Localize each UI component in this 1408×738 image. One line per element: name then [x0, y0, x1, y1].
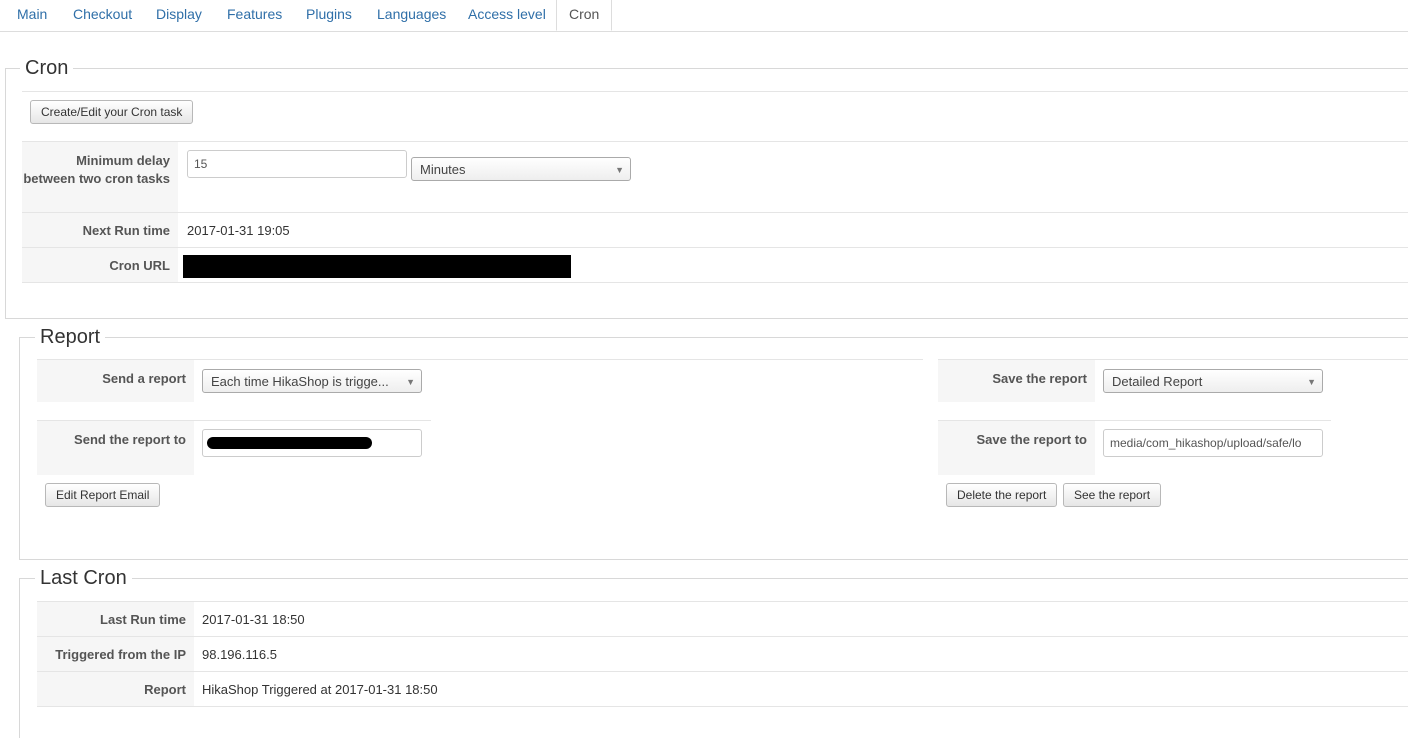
last-run-label: Last Run time	[37, 602, 194, 637]
tab-main[interactable]: Main	[17, 6, 47, 22]
tab-access-level[interactable]: Access level	[468, 6, 546, 22]
tab-cron[interactable]: Cron	[556, 0, 613, 31]
save-report-to-input[interactable]: media/com_hikashop/upload/safe/lo	[1103, 429, 1323, 457]
tab-bar-divider	[0, 31, 1408, 32]
tab-bar: Main Checkout Display Features Plugins L…	[0, 0, 1408, 32]
triggered-ip-row: Triggered from the IP 98.196.116.5	[37, 636, 1408, 672]
last-run-row: Last Run time 2017-01-31 18:50	[37, 601, 1408, 637]
min-delay-unit-value: Minutes	[420, 162, 466, 177]
edit-report-email-button[interactable]: Edit Report Email	[45, 483, 161, 507]
cron-url-redacted	[183, 255, 571, 278]
cron-legend: Cron	[20, 56, 74, 80]
chevron-down-icon: ▼	[615, 165, 624, 175]
save-report-select[interactable]: Detailed Report ▼	[1103, 369, 1323, 393]
see-report-button[interactable]: See the report	[1063, 483, 1162, 507]
delete-report-button[interactable]: Delete the report	[946, 483, 1058, 507]
send-report-select[interactable]: Each time HikaShop is trigge... ▼	[202, 369, 422, 393]
tab-display[interactable]: Display	[156, 6, 202, 22]
send-report-label: Send a report	[37, 360, 194, 402]
next-run-value: 2017-01-31 19:05	[187, 223, 290, 238]
min-delay-unit-select[interactable]: Minutes ▼	[411, 157, 631, 181]
report-legend: Report	[35, 325, 106, 349]
chevron-down-icon: ▼	[1307, 377, 1316, 387]
email-redacted	[207, 437, 372, 449]
next-run-label: Next Run time	[22, 213, 178, 248]
min-delay-input[interactable]: 15	[187, 150, 407, 178]
tab-languages[interactable]: Languages	[377, 6, 446, 22]
save-report-label: Save the report	[938, 360, 1095, 402]
min-delay-label: Minimum delay between two cron tasks	[22, 142, 178, 213]
triggered-ip-label: Triggered from the IP	[37, 637, 194, 672]
cron-url-label: Cron URL	[22, 248, 178, 282]
tab-features[interactable]: Features	[227, 6, 282, 22]
send-report-value: Each time HikaShop is trigge...	[211, 374, 389, 389]
tab-checkout[interactable]: Checkout	[73, 6, 132, 22]
tab-plugins[interactable]: Plugins	[306, 6, 352, 22]
last-report-label: Report	[37, 672, 194, 706]
cron-divider	[22, 91, 1408, 92]
last-report-value: HikaShop Triggered at 2017-01-31 18:50	[202, 682, 438, 697]
chevron-down-icon: ▼	[406, 377, 415, 387]
create-edit-cron-button[interactable]: Create/Edit your Cron task	[30, 100, 194, 124]
last-run-value: 2017-01-31 18:50	[202, 612, 305, 627]
save-report-value: Detailed Report	[1112, 374, 1203, 389]
save-report-to-label: Save the report to	[938, 421, 1095, 475]
send-report-row: Send a report	[37, 359, 923, 402]
last-cron-legend: Last Cron	[35, 566, 132, 590]
last-report-row: Report HikaShop Triggered at 2017-01-31 …	[37, 671, 1408, 707]
send-report-to-label: Send the report to	[37, 421, 194, 475]
next-run-row: Next Run time 2017-01-31 19:05	[22, 212, 1408, 248]
triggered-ip-value: 98.196.116.5	[202, 647, 277, 662]
